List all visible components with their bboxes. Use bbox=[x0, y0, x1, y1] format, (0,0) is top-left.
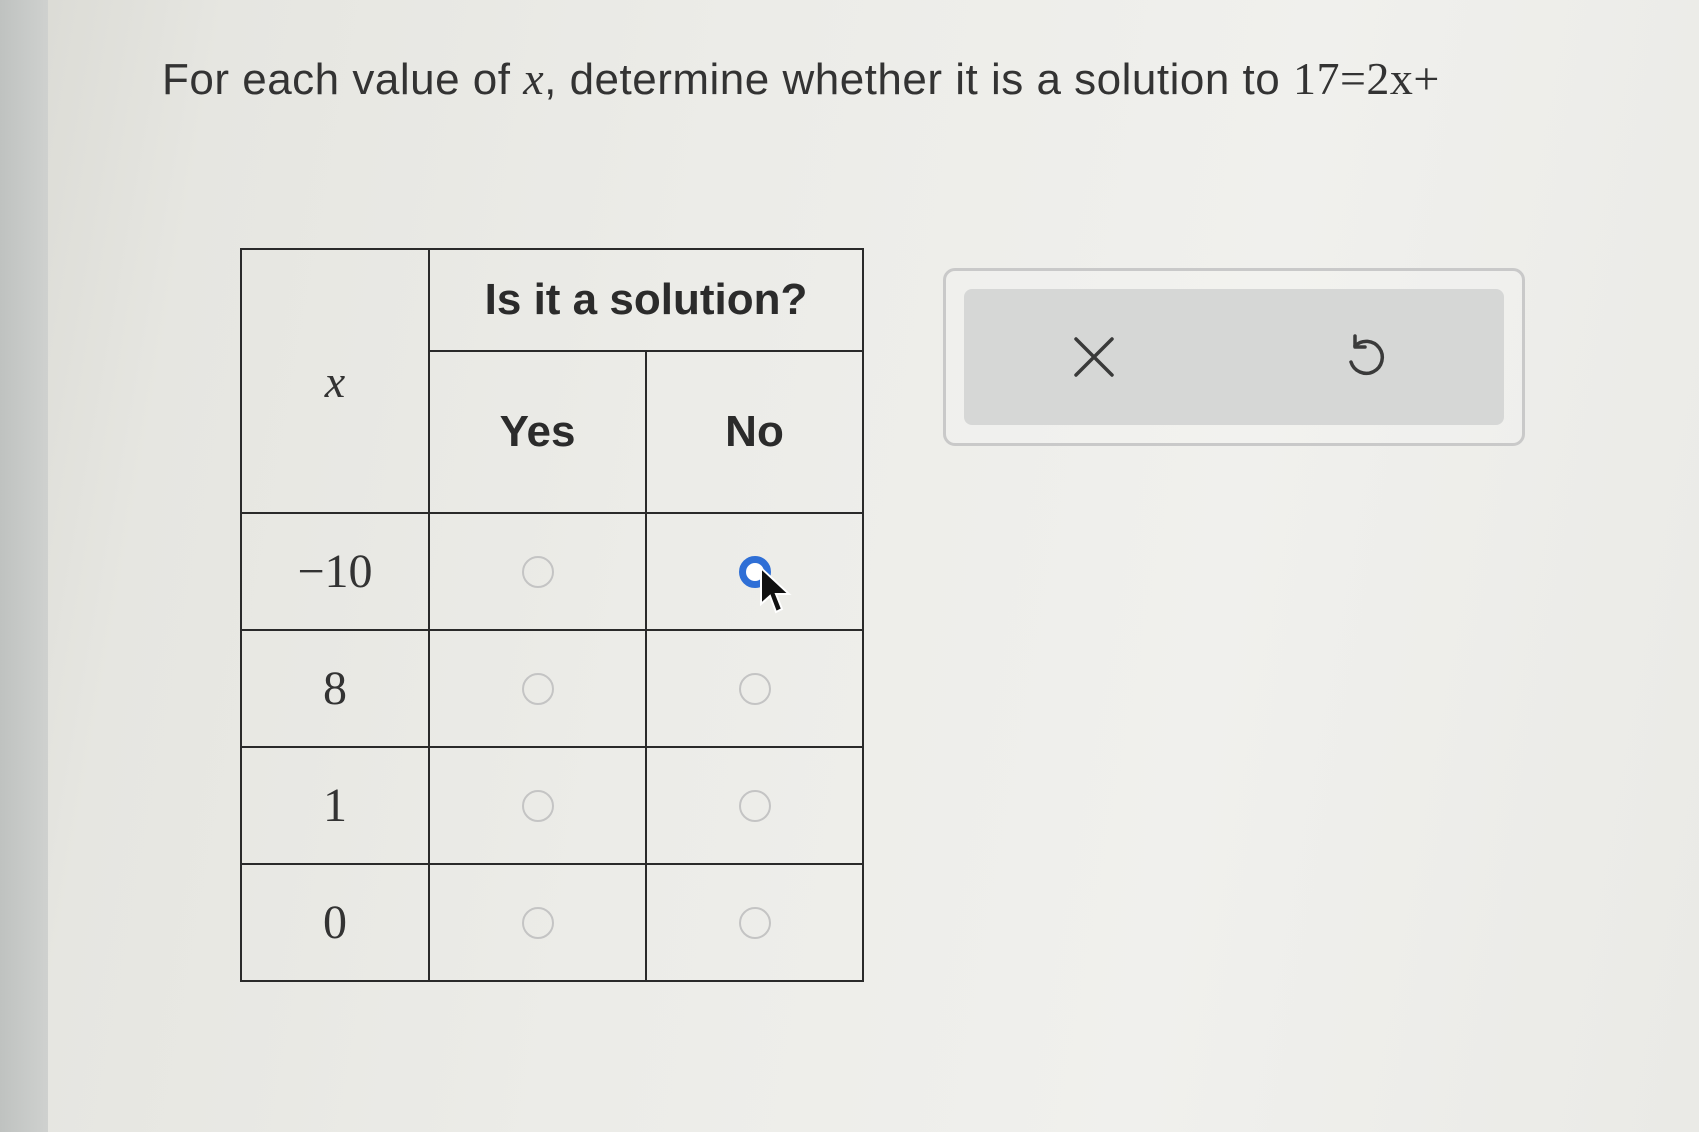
clear-button[interactable] bbox=[1034, 289, 1154, 425]
no-radio[interactable] bbox=[738, 906, 771, 939]
yes-radio[interactable] bbox=[521, 906, 554, 939]
x-value: 1 bbox=[240, 746, 430, 865]
x-value: 0 bbox=[240, 863, 430, 982]
no-radio[interactable] bbox=[738, 789, 771, 822]
no-column-header: No bbox=[645, 350, 864, 514]
table-row: 8 bbox=[240, 629, 864, 748]
table-row: 0 bbox=[240, 863, 864, 982]
yes-cell bbox=[428, 512, 647, 631]
toolbar-inner bbox=[964, 289, 1504, 425]
undo-button[interactable] bbox=[1304, 289, 1424, 425]
question-variable: x bbox=[523, 53, 545, 104]
solution-header: Is it a solution? bbox=[428, 248, 864, 352]
left-edge-strip bbox=[0, 0, 48, 1132]
no-cell bbox=[645, 863, 864, 982]
x-column-header: x bbox=[240, 248, 430, 514]
question-text: For each value of x, determine whether i… bbox=[162, 52, 1440, 105]
yes-cell bbox=[428, 863, 647, 982]
yes-column-header: Yes bbox=[428, 350, 647, 514]
solution-table: x Is it a solution? Yes No −10 8 1 0 bbox=[240, 248, 864, 982]
x-icon bbox=[1074, 337, 1114, 377]
x-value: −10 bbox=[240, 512, 430, 631]
yes-radio[interactable] bbox=[521, 789, 554, 822]
no-radio[interactable] bbox=[738, 672, 771, 705]
yes-cell bbox=[428, 746, 647, 865]
question-equation: 17=2x+ bbox=[1292, 53, 1440, 104]
table-row: 1 bbox=[240, 746, 864, 865]
question-middle: , determine whether it is a solution to bbox=[544, 55, 1293, 104]
x-value: 8 bbox=[240, 629, 430, 748]
answer-toolbar bbox=[943, 268, 1525, 446]
question-prefix: For each value of bbox=[162, 55, 524, 104]
table-row: −10 bbox=[240, 512, 864, 631]
no-cell bbox=[645, 746, 864, 865]
yes-radio[interactable] bbox=[521, 555, 554, 588]
yes-radio[interactable] bbox=[521, 672, 554, 705]
undo-icon bbox=[1349, 334, 1385, 376]
yes-cell bbox=[428, 629, 647, 748]
no-cell bbox=[645, 629, 864, 748]
mouse-pointer-icon bbox=[760, 566, 792, 614]
no-cell bbox=[645, 512, 864, 631]
